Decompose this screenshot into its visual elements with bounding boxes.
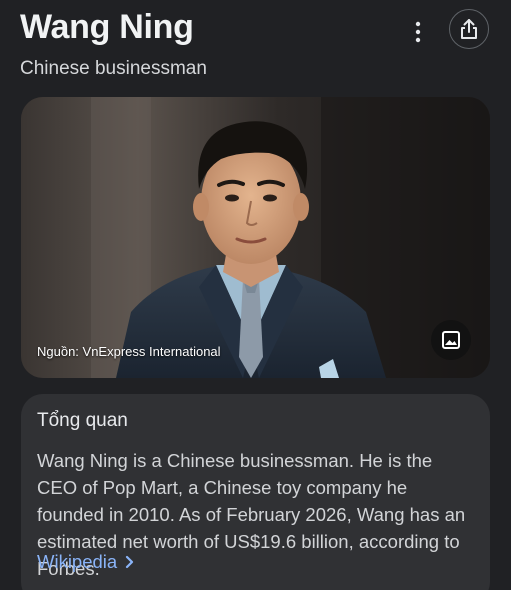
overview-card: Tổng quan Wang Ning is a Chinese busines…: [21, 394, 490, 590]
knowledge-panel: Wang Ning Chinese businessman Nguồn: VnE…: [0, 0, 511, 590]
photo-credit: Nguồn: VnExpress International: [37, 344, 221, 359]
entity-subtitle: Chinese businessman: [20, 58, 207, 79]
more-vert-icon: [415, 21, 421, 43]
share-icon: [461, 19, 477, 39]
portrait-photo[interactable]: Nguồn: VnExpress International: [21, 97, 490, 378]
view-images-button[interactable]: [431, 320, 471, 360]
overview-heading: Tổng quan: [37, 410, 128, 431]
wikipedia-link-label: Wikipedia: [37, 551, 118, 572]
page-title: Wang Ning: [20, 8, 194, 46]
share-button[interactable]: [449, 9, 489, 49]
image-icon: [442, 331, 460, 349]
more-options-button[interactable]: [404, 16, 432, 48]
wikipedia-link[interactable]: Wikipedia: [37, 551, 134, 573]
chevron-right-icon: [126, 555, 134, 569]
portrait-image: [21, 97, 490, 378]
